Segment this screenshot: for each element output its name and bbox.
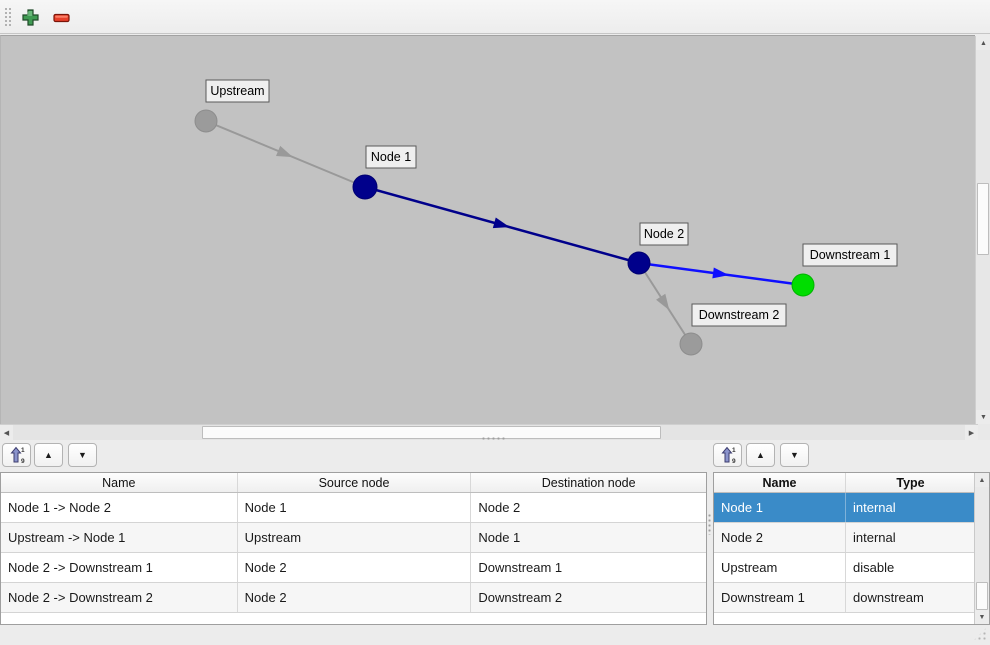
node-label-text: Upstream (210, 84, 264, 98)
move-node-up-button[interactable]: ▲ (746, 443, 775, 467)
green-plus-icon (22, 9, 39, 26)
table-row-selected[interactable]: Node 1 internal (714, 493, 975, 523)
remove-node-button[interactable] (49, 5, 75, 30)
table-row[interactable]: Upstream -> Node 1 Upstream Node 1 (1, 523, 706, 553)
scroll-up-arrow-icon[interactable]: ▲ (976, 36, 990, 50)
table-row[interactable]: Node 1 -> Node 2 Node 1 Node 2 (1, 493, 706, 523)
scrollbar-corner (978, 424, 990, 440)
node-label-text: Node 2 (644, 227, 684, 241)
sort-edges-button[interactable]: 1 9 (2, 443, 31, 467)
window-resize-grip[interactable] (972, 626, 988, 642)
nodes-table-vertical-scrollbar[interactable]: ▲ ▼ (974, 473, 989, 624)
table-row[interactable]: Upstream disable (714, 553, 975, 583)
graph-node-node1[interactable] (353, 175, 377, 199)
move-edge-up-button[interactable]: ▲ (34, 443, 63, 467)
scroll-right-arrow-icon[interactable]: ▶ (965, 425, 978, 440)
edge-name-cell[interactable]: Node 2 -> Downstream 2 (1, 583, 238, 612)
edges-table: Name Source node Destination node Node 1… (0, 472, 707, 625)
column-header-type[interactable]: Type (846, 473, 975, 492)
scroll-down-arrow-icon[interactable]: ▼ (976, 410, 990, 424)
sort-ascending-icon: 1 9 (720, 446, 736, 464)
table-row[interactable]: Node 2 -> Downstream 2 Node 2 Downstream… (1, 583, 706, 613)
svg-text:1: 1 (21, 447, 25, 454)
edge-source-cell[interactable]: Node 1 (238, 493, 472, 522)
edge-destination-cell[interactable]: Node 1 (471, 523, 706, 552)
table-row[interactable]: Downstream 1 downstream (714, 583, 975, 613)
node-label-text: Downstream 2 (699, 308, 780, 322)
node-name-cell[interactable]: Node 2 (714, 523, 846, 552)
up-triangle-icon: ▲ (756, 451, 765, 460)
column-header-destination-node[interactable]: Destination node (471, 473, 706, 492)
sort-ascending-icon: 1 9 (9, 446, 25, 464)
graph-node-upstream[interactable] (195, 110, 217, 132)
edges-table-header: Name Source node Destination node (1, 473, 706, 493)
move-node-down-button[interactable]: ▼ (780, 443, 809, 467)
graph-svg: Upstream Node 1 Node 2 Downstream 1 Downstre… (1, 36, 975, 424)
nodes-table: Name Type Node 1 internal Node 2 interna… (713, 472, 990, 625)
edge-name-cell[interactable]: Upstream -> Node 1 (1, 523, 238, 552)
scroll-up-arrow-icon[interactable]: ▲ (975, 473, 989, 487)
edge-destination-cell[interactable]: Downstream 1 (471, 553, 706, 582)
node-name-cell[interactable]: Downstream 1 (714, 583, 846, 612)
column-header-source-node[interactable]: Source node (238, 473, 472, 492)
edge-arrow-icon (493, 218, 510, 229)
edge-arrow-icon (656, 294, 669, 310)
edge-arrow-icon (276, 146, 293, 157)
graph-node-downstream1[interactable] (792, 274, 814, 296)
edge-source-cell[interactable]: Upstream (238, 523, 472, 552)
node-type-cell[interactable]: internal (846, 523, 975, 552)
edge-destination-cell[interactable]: Downstream 2 (471, 583, 706, 612)
table-row[interactable]: Node 2 internal (714, 523, 975, 553)
graph-node-node2[interactable] (628, 252, 650, 274)
main-toolbar (0, 0, 990, 34)
canvas-hscroll-thumb[interactable] (202, 426, 661, 439)
down-triangle-icon: ▼ (78, 451, 87, 460)
sort-nodes-button[interactable]: 1 9 (713, 443, 742, 467)
node-type-cell[interactable]: downstream (846, 583, 975, 612)
node-label-text: Downstream 1 (810, 248, 891, 262)
move-edge-down-button[interactable]: ▼ (68, 443, 97, 467)
svg-text:9: 9 (21, 458, 25, 464)
column-header-name[interactable]: Name (1, 473, 238, 492)
svg-text:1: 1 (732, 447, 736, 454)
edge-source-cell[interactable]: Node 2 (238, 553, 472, 582)
edge-arrow-icon (712, 267, 729, 278)
node-name-cell[interactable]: Upstream (714, 553, 846, 582)
node-name-cell[interactable]: Node 1 (714, 493, 846, 522)
red-minus-icon (53, 12, 71, 24)
scroll-down-arrow-icon[interactable]: ▼ (975, 610, 989, 624)
node-type-cell[interactable]: internal (846, 493, 975, 522)
scroll-left-arrow-icon[interactable]: ◀ (0, 425, 13, 440)
graph-canvas[interactable]: Upstream Node 1 Node 2 Downstream 1 Downstre… (0, 35, 975, 424)
svg-text:9: 9 (732, 458, 736, 464)
graph-node-downstream2[interactable] (680, 333, 702, 355)
edge-source-cell[interactable]: Node 2 (238, 583, 472, 612)
add-node-button[interactable] (17, 5, 43, 30)
toolbar-drag-handle[interactable] (4, 7, 13, 28)
node-type-cell[interactable]: disable (846, 553, 975, 582)
table-row[interactable]: Node 2 -> Downstream 1 Node 2 Downstream… (1, 553, 706, 583)
horizontal-splitter-handle[interactable] (481, 436, 507, 442)
down-triangle-icon: ▼ (790, 451, 799, 460)
node-label-text: Node 1 (371, 150, 411, 164)
edge-name-cell[interactable]: Node 2 -> Downstream 1 (1, 553, 238, 582)
edge-destination-cell[interactable]: Node 2 (471, 493, 706, 522)
nodes-table-vscroll-thumb[interactable] (976, 582, 988, 610)
column-header-name[interactable]: Name (714, 473, 846, 492)
canvas-vertical-scrollbar[interactable]: ▲ ▼ (975, 36, 990, 424)
canvas-vscroll-thumb[interactable] (977, 183, 989, 255)
nodes-table-header: Name Type (714, 473, 975, 493)
edge-name-cell[interactable]: Node 1 -> Node 2 (1, 493, 238, 522)
up-triangle-icon: ▲ (44, 451, 53, 460)
